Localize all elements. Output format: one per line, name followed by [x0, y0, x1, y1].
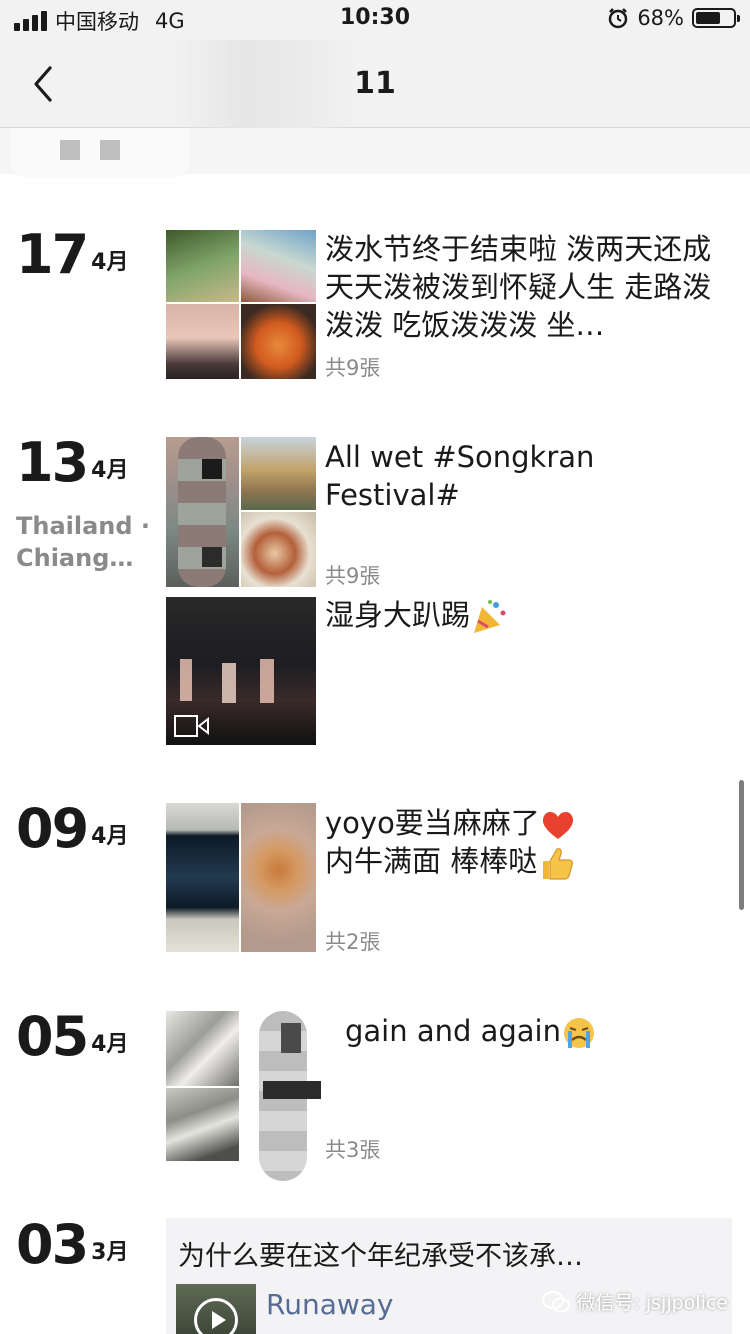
photo-thumbnail[interactable]: [166, 1011, 239, 1086]
entry-month: 4月: [91, 250, 129, 275]
entry-date: 03 3月: [16, 1218, 128, 1272]
video-caption: 湿身大趴踢: [325, 598, 471, 632]
song-name[interactable]: Runaway: [266, 1288, 393, 1321]
stage-light: [260, 659, 274, 703]
alarm-icon: [609, 8, 628, 29]
entry-month: 4月: [91, 1032, 129, 1057]
photo-thumbnail[interactable]: [241, 230, 316, 302]
music-thumbnail[interactable]: [176, 1284, 256, 1334]
post-line: 内牛满面 棒棒哒: [325, 844, 538, 878]
post-text: yoyo要当麻麻了 内牛满面 棒棒哒: [325, 804, 730, 881]
heart-icon: [542, 811, 573, 839]
pixelated-block: [281, 1023, 301, 1053]
nav-bar: 11: [0, 40, 750, 128]
post-line: gain and again: [345, 1014, 561, 1048]
entry-month: 3月: [91, 1240, 129, 1265]
crying-face-icon: [564, 1018, 594, 1048]
photo-thumbnail[interactable]: [241, 1011, 321, 1181]
stage-light: [180, 659, 192, 701]
profile-header-strip: [0, 128, 750, 178]
pixelated-block: [60, 140, 80, 160]
watermark-text: 微信号: jsjjpolice: [576, 1292, 728, 1314]
shared-music-card[interactable]: 为什么要在这个年纪承受不该承… Runaway: [166, 1218, 732, 1334]
location-label[interactable]: Thailand · Chiang…: [16, 510, 151, 574]
wechat-icon: [542, 1290, 571, 1312]
page-title: 11: [354, 66, 396, 101]
photo-thumbnail[interactable]: [166, 230, 239, 302]
photo-count: 共9張: [325, 356, 381, 380]
pixelated-block: [100, 140, 120, 160]
share-title: 为什么要在这个年纪承受不该承…: [178, 1241, 583, 1272]
post-text: All wet #Songkran Festival#: [325, 440, 595, 512]
stage-light: [222, 663, 236, 703]
photo-thumbnail[interactable]: [166, 437, 239, 587]
pixelated-block: [263, 1081, 321, 1099]
post-line: yoyo要当麻麻了: [325, 806, 540, 840]
status-right: 68%: [607, 6, 740, 30]
entry-date: 09 4月: [16, 802, 128, 856]
scrollbar[interactable]: [739, 780, 744, 910]
entry-day: 05: [16, 1005, 89, 1068]
photo-thumbnail[interactable]: [166, 1088, 239, 1161]
photo-thumbnail[interactable]: [241, 803, 316, 952]
battery-percent: 68%: [637, 6, 684, 30]
photo-thumbnail[interactable]: [166, 803, 239, 952]
video-thumbnail[interactable]: [166, 597, 316, 745]
entry-date: 17 4月: [16, 228, 128, 282]
entry-day: 09: [16, 797, 89, 860]
post-text: gain and again: [345, 1012, 750, 1050]
entry-month: 4月: [91, 458, 129, 483]
post-text: 泼水节终于结束啦 泼两天还成 天天泼被泼到怀疑人生 走路泼泼泼 吃饭泼泼泼 坐…: [325, 232, 712, 342]
watermark: 微信号: jsjjpolice: [542, 1288, 728, 1315]
party-popper-icon: [474, 600, 506, 633]
video-icon: [174, 715, 209, 737]
battery-icon: [692, 8, 740, 28]
entry-date: 05 4月: [16, 1010, 128, 1064]
photo-thumbnail[interactable]: [241, 512, 316, 587]
thumbs-up-icon: [543, 848, 574, 880]
photo-count: 共9張: [325, 564, 381, 588]
pixelated-block: [202, 459, 222, 479]
play-icon[interactable]: [194, 1298, 238, 1334]
entry-day: 13: [16, 431, 89, 494]
entry-date: 13 4月: [16, 436, 128, 490]
status-bar: 中国移动 4G 10:30 68%: [0, 0, 750, 40]
photo-thumbnail[interactable]: [241, 437, 316, 510]
entry-day: 03: [16, 1213, 89, 1276]
photo-thumbnail[interactable]: [166, 304, 239, 379]
photo-thumbnail[interactable]: [241, 304, 316, 379]
entry-month: 4月: [91, 824, 129, 849]
post-text: 湿身大趴踢: [325, 596, 730, 635]
pixelated-block: [202, 547, 222, 567]
entry-day: 17: [16, 223, 89, 286]
photo-count: 共2張: [325, 930, 381, 954]
photo-count: 共3張: [325, 1138, 381, 1162]
